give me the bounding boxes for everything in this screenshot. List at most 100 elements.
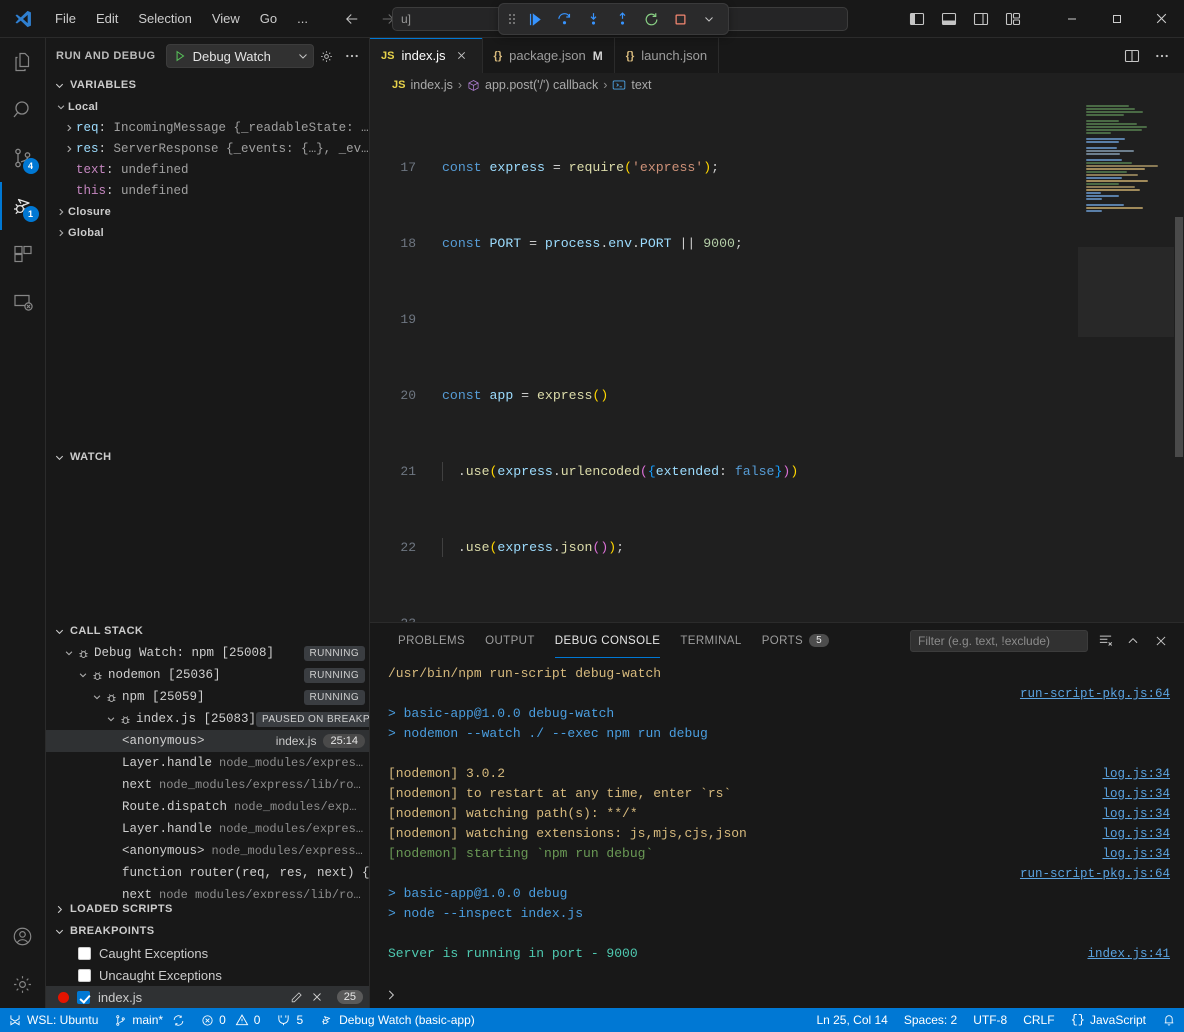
variable-row-text[interactable]: text: undefined (46, 159, 369, 180)
variable-row-res[interactable]: res: ServerResponse {_events: {…}, _ev… (46, 138, 369, 159)
call-stack-frame[interactable]: <anonymous> node_modules/express… (46, 840, 369, 862)
menu-bar[interactable]: File Edit Selection View Go ... (46, 7, 317, 30)
toggle-primary-sidebar-icon[interactable] (903, 6, 931, 32)
chevron-down-icon[interactable] (62, 648, 76, 658)
code-editor[interactable]: 17const express = require('express'); 18… (370, 97, 1184, 622)
panel-tab-debug-console[interactable]: DEBUG CONSOLE (545, 623, 671, 658)
collapse-panel-icon[interactable] (1122, 630, 1144, 652)
status-cursor-position[interactable]: Ln 25, Col 14 (808, 1008, 895, 1032)
breadcrumb-item-symbol[interactable]: text (631, 78, 651, 92)
open-launch-settings-icon[interactable] (315, 45, 337, 67)
console-source-link[interactable]: run-script-pkg.js:64 (1020, 684, 1170, 704)
debug-console-input[interactable] (370, 982, 1184, 1008)
chevron-right-icon[interactable] (52, 904, 66, 915)
variable-row-req[interactable]: req: IncomingMessage {_readableState: … (46, 117, 369, 138)
activity-search-icon[interactable] (0, 86, 46, 134)
activity-source-control-icon[interactable]: 4 (0, 134, 46, 182)
menu-selection[interactable]: Selection (129, 7, 200, 30)
call-stack-session[interactable]: npm [25059] RUNNING (46, 686, 369, 708)
editor-scrollbar[interactable] (1174, 97, 1184, 622)
remove-breakpoint-icon[interactable] (311, 991, 323, 1003)
window-close-button[interactable] (1139, 0, 1184, 38)
breakpoint-checkbox[interactable] (78, 969, 91, 982)
console-source-link[interactable]: index.js:41 (1087, 944, 1170, 964)
panel-tab-bar[interactable]: PROBLEMS OUTPUT DEBUG CONSOLE TERMINAL P… (370, 623, 1184, 658)
call-stack-session[interactable]: index.js [25083] PAUSED ON BREAKPOINT (46, 708, 369, 730)
minimap-slider[interactable] (1078, 247, 1174, 337)
breadcrumb[interactable]: JS index.js › app.post('/') callback › t… (370, 73, 1184, 97)
variables-scope-global[interactable]: Global (46, 222, 369, 243)
status-eol[interactable]: CRLF (1015, 1008, 1062, 1032)
panel-tab-problems[interactable]: PROBLEMS (388, 623, 475, 658)
chevron-down-icon[interactable] (76, 670, 90, 680)
split-editor-icon[interactable] (1118, 43, 1146, 69)
panel-tab-ports[interactable]: PORTS 5 (752, 623, 839, 658)
loaded-scripts-section-header[interactable]: LOADED SCRIPTS (46, 898, 369, 920)
console-filter-input[interactable]: Filter (e.g. text, !exclude) (910, 630, 1088, 652)
chevron-right-icon[interactable] (54, 228, 68, 238)
breadcrumb-item-function[interactable]: app.post('/') callback (485, 78, 598, 92)
activity-accounts-icon[interactable] (0, 912, 46, 960)
debug-step-into-button[interactable] (580, 7, 606, 31)
start-debugging-icon[interactable] (173, 49, 187, 63)
status-debug-session[interactable]: Debug Watch (basic-app) (311, 1008, 483, 1032)
status-encoding[interactable]: UTF-8 (965, 1008, 1015, 1032)
toggle-panel-icon[interactable] (935, 6, 963, 32)
activity-remote-explorer-icon[interactable] (0, 278, 46, 326)
chevron-down-icon[interactable] (52, 80, 66, 91)
navigation-arrows[interactable] (343, 10, 397, 28)
chevron-down-icon[interactable] (52, 452, 66, 463)
call-stack-session[interactable]: nodemon [25036] RUNNING (46, 664, 369, 686)
panel-actions[interactable]: Filter (e.g. text, !exclude) (910, 630, 1184, 652)
breakpoint-uncaught-exceptions[interactable]: Uncaught Exceptions (46, 964, 369, 986)
activity-run-and-debug-icon[interactable]: 1 (0, 182, 46, 230)
sidebar-header-actions[interactable] (315, 45, 363, 67)
status-remote[interactable]: WSL: Ubuntu (0, 1008, 106, 1032)
console-source-link[interactable]: log.js:34 (1102, 804, 1170, 824)
chevron-down-icon[interactable] (52, 926, 66, 937)
call-stack-frame[interactable]: function router(req, res, next) {.p (46, 862, 369, 884)
debug-configuration-select[interactable]: Debug Watch (166, 44, 314, 68)
breakpoint-checkbox[interactable] (77, 991, 90, 1004)
editor-more-actions-icon[interactable] (1148, 43, 1176, 69)
call-stack-frame[interactable]: next node_modules/express/lib/rout… (46, 774, 369, 796)
tab-launch-json[interactable]: {} launch.json (615, 38, 719, 73)
edit-breakpoint-icon[interactable] (290, 991, 303, 1004)
toggle-secondary-sidebar-icon[interactable] (967, 6, 995, 32)
customize-layout-icon[interactable] (999, 6, 1027, 32)
tab-close-icon[interactable] (453, 47, 471, 65)
menu-file[interactable]: File (46, 7, 85, 30)
call-stack-frame[interactable]: Layer.handle node_modules/expres… (46, 752, 369, 774)
console-source-link[interactable]: log.js:34 (1102, 784, 1170, 804)
debug-restart-button[interactable] (638, 7, 664, 31)
breakpoint-checkbox[interactable] (78, 947, 91, 960)
code-viewport[interactable]: 17const express = require('express'); 18… (370, 97, 1078, 622)
panel-tab-output[interactable]: OUTPUT (475, 623, 545, 658)
window-maximize-button[interactable] (1094, 0, 1139, 38)
layout-controls[interactable] (903, 6, 1027, 32)
close-panel-icon[interactable] (1150, 630, 1172, 652)
chevron-down-icon[interactable] (90, 692, 104, 702)
editor-minimap[interactable] (1078, 97, 1174, 622)
drag-handle-icon[interactable] (505, 12, 519, 26)
console-source-link[interactable]: log.js:34 (1102, 764, 1170, 784)
debug-console-output[interactable]: /usr/bin/npm run-script debug-watch run-… (370, 658, 1184, 982)
call-stack-section-header[interactable]: CALL STACK (46, 620, 369, 642)
variables-scope-local[interactable]: Local (46, 96, 369, 117)
activity-extensions-icon[interactable] (0, 230, 46, 278)
debug-step-out-button[interactable] (609, 7, 635, 31)
status-indentation[interactable]: Spaces: 2 (896, 1008, 965, 1032)
chevron-right-icon[interactable] (54, 207, 68, 217)
chevron-right-icon[interactable] (62, 123, 76, 133)
debug-toolbar-more-icon[interactable] (696, 7, 722, 31)
call-stack-session[interactable]: Debug Watch: npm [25008] RUNNING (46, 642, 369, 664)
sidebar-more-actions-icon[interactable] (341, 45, 363, 67)
variable-row-this[interactable]: this: undefined (46, 180, 369, 201)
breakpoint-index-js[interactable]: index.js 25 (46, 986, 369, 1008)
call-stack-tree[interactable]: Debug Watch: npm [25008] RUNNING nodemon… (46, 642, 369, 898)
console-source-link[interactable]: log.js:34 (1102, 844, 1170, 864)
clear-console-icon[interactable] (1094, 630, 1116, 652)
debug-toolbar[interactable] (498, 3, 729, 35)
editor-scrollbar-thumb[interactable] (1175, 217, 1183, 457)
tab-package-json[interactable]: {} package.json M (483, 38, 615, 73)
